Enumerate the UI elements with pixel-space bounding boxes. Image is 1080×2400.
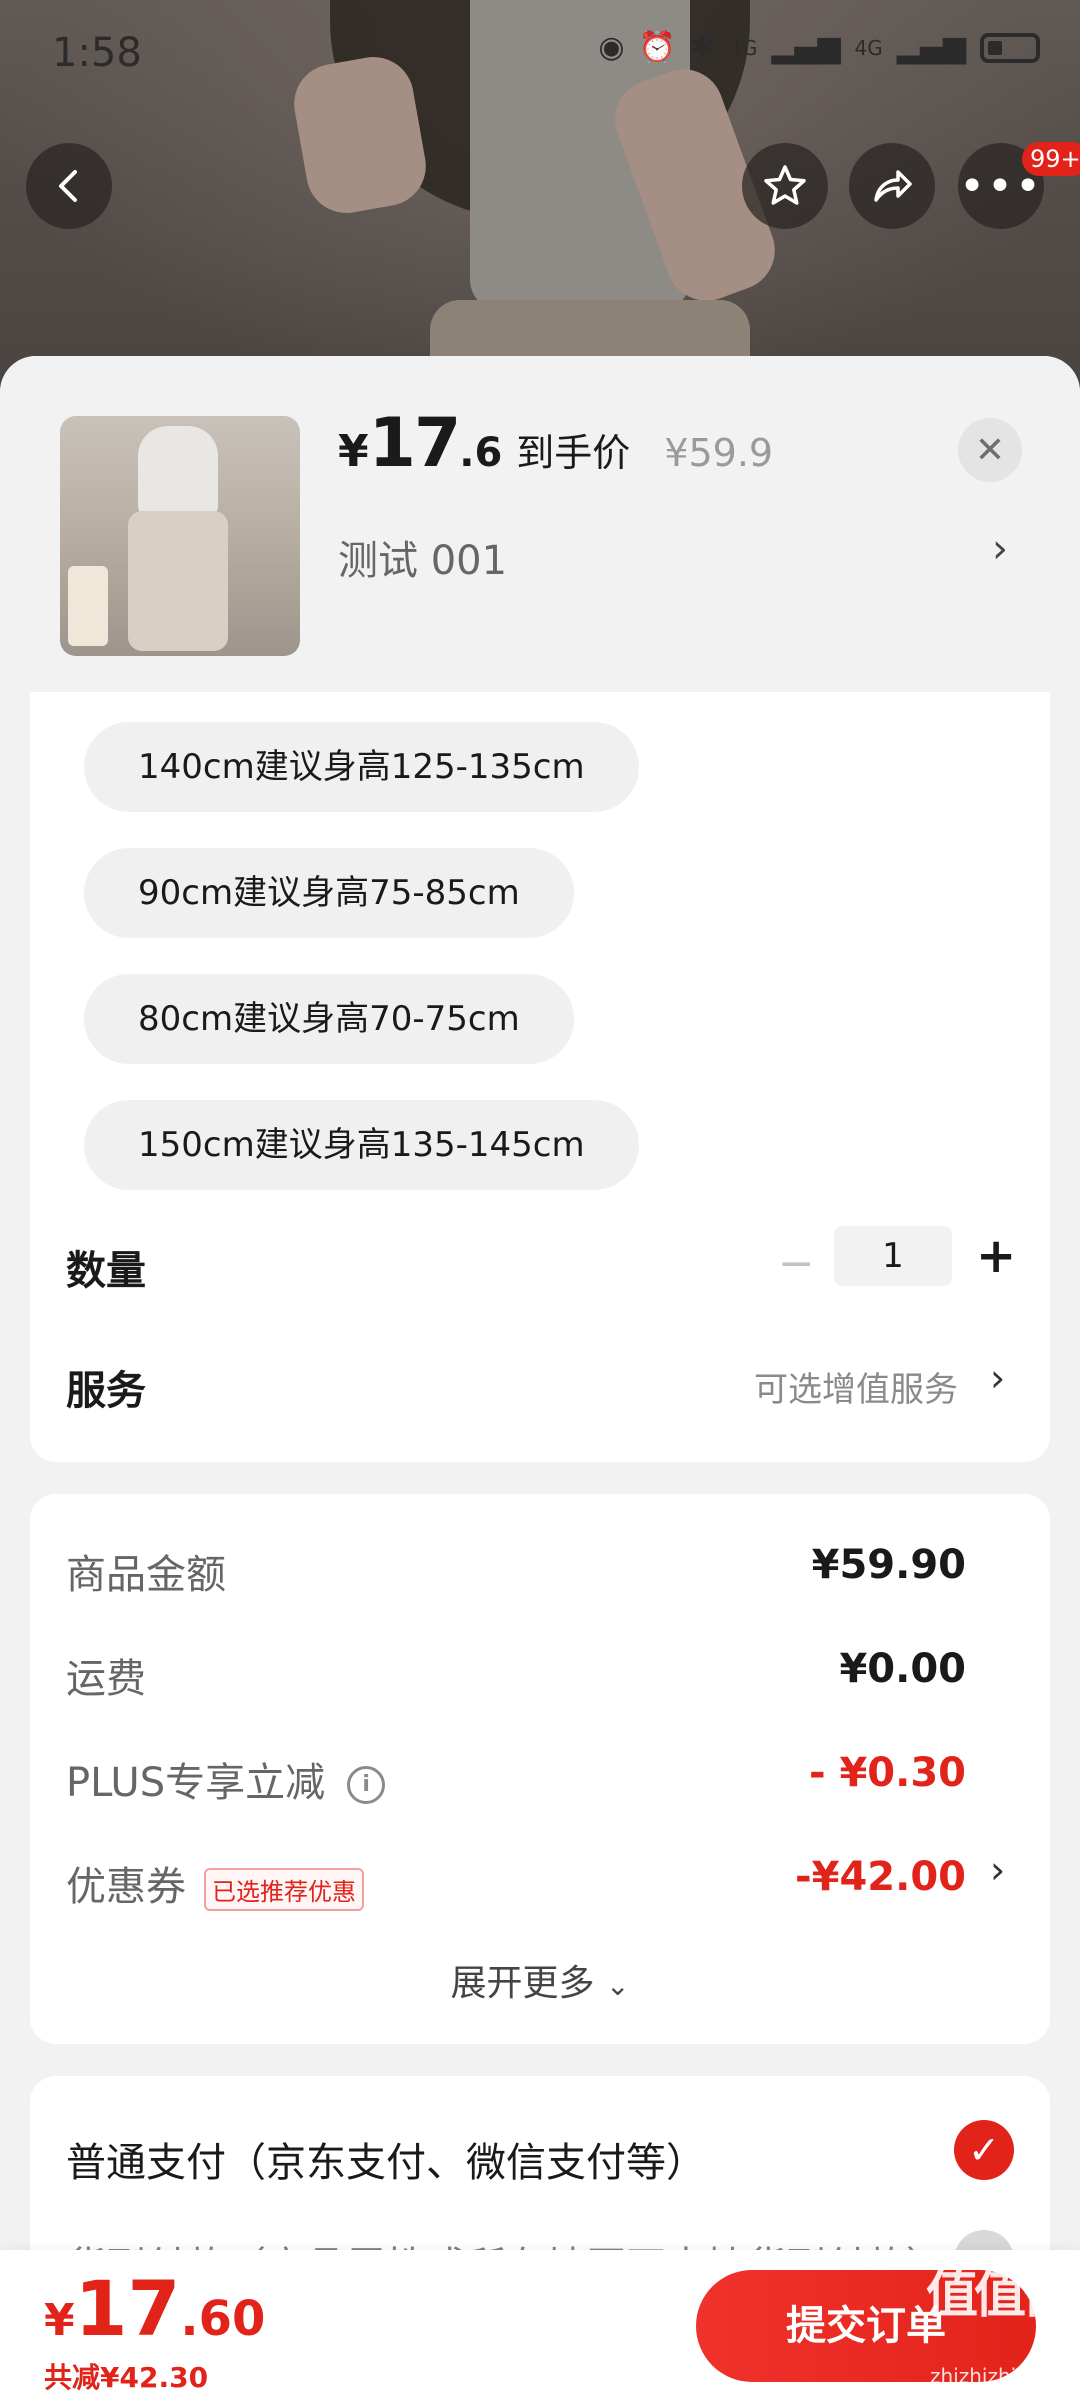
close-icon: ✕ [974, 429, 1006, 471]
coupon-label[interactable]: 优惠券 已选推荐优惠 [66, 1854, 364, 1912]
options-rows: 数量 − 1 + 服务 可选增值服务 › [30, 692, 1050, 1462]
thumb-top [138, 426, 218, 516]
quantity-plus-button[interactable]: + [976, 1228, 1016, 1284]
star-icon [764, 165, 806, 205]
chevron-down-icon: ⌄ [606, 1969, 630, 2002]
network-4g-label-2: 4G [854, 35, 883, 60]
shipping-label: 运费 [66, 1656, 146, 1702]
sheet-header: ¥ 17 .6 到手价 ¥59.9 ✕ 测试 001 › [0, 356, 1080, 692]
selected-spec[interactable]: 测试 001 [338, 528, 507, 586]
chevron-right-icon[interactable]: › [990, 1848, 1005, 1892]
original-price: ¥59.9 [664, 431, 774, 475]
plus-discount-text: PLUS专享立减 [66, 1760, 326, 1806]
chevron-right-icon[interactable]: › [990, 1356, 1005, 1400]
watermark-url: zhizhizhi.com [930, 2364, 1066, 2388]
thumb-pants [128, 511, 228, 651]
payment-option-normal[interactable]: 普通支付（京东支付、微信支付等） [66, 2130, 706, 2188]
share-icon [874, 170, 912, 202]
info-icon[interactable]: i [347, 1766, 386, 1804]
price-symbol: ¥ [338, 426, 369, 477]
thumb-lamp [68, 566, 108, 646]
price-decimal: .6 [459, 430, 503, 476]
amount-card: 商品金额 ¥59.90 运费 ¥0.00 PLUS专享立减 i - ¥0.30 优… [30, 1494, 1050, 2044]
service-label: 服务 [66, 1368, 146, 1414]
back-button[interactable] [26, 143, 112, 229]
goods-amount-label: 商品金额 [66, 1552, 226, 1598]
share-button[interactable] [849, 143, 935, 229]
total-decimal: .60 [180, 2291, 266, 2347]
plus-discount-label: PLUS专享立减 i [66, 1750, 386, 1808]
eye-icon: ◉ [598, 30, 625, 65]
price-tag: 到手价 [516, 431, 631, 475]
network-4g-label-1: 4G [729, 35, 758, 60]
quantity-minus-button[interactable]: − [778, 1238, 815, 1289]
product-thumbnail[interactable] [60, 416, 300, 656]
signal-icon-2: ▂▄▆ [896, 30, 966, 65]
expand-more-text: 展开更多 [450, 1963, 595, 2004]
goods-amount-value: ¥59.90 [811, 1542, 966, 1588]
total-saved: 共减¥42.30 [44, 2361, 209, 2394]
plus-discount-value: - ¥0.30 [808, 1750, 966, 1796]
service-hint[interactable]: 可选增值服务 [754, 1362, 958, 1411]
watermark-logo: 值值值 [926, 2265, 1074, 2325]
total-price: ¥ 17 .60 [44, 2264, 265, 2353]
price-integer: 17 [368, 404, 462, 483]
favorite-button[interactable] [742, 143, 828, 229]
battery-icon [980, 32, 1040, 63]
notification-badge: 99+ [1022, 142, 1080, 176]
coupon-text: 优惠券 [66, 1864, 186, 1910]
quantity-label: 数量 [66, 1248, 146, 1294]
chevron-left-icon [59, 170, 77, 202]
coupon-badge: 已选推荐优惠 [204, 1867, 364, 1911]
total-integer: 17 [74, 2264, 181, 2353]
checkout-bar: ¥ 17 .60 共减¥42.30 提交订单 [0, 2250, 1080, 2400]
quantity-input[interactable]: 1 [834, 1226, 952, 1286]
bluetooth-icon: ✱ [689, 30, 716, 65]
status-icons: ◉ ⏰ ✱ 4G ▂▄▆ 4G ▂▄▆ [598, 30, 1040, 65]
check-icon[interactable]: ✓ [954, 2120, 1014, 2180]
coupon-value[interactable]: -¥42.00 [795, 1854, 966, 1900]
close-button[interactable]: ✕ [958, 418, 1022, 482]
alarm-icon: ⏰ [638, 30, 676, 65]
price-line: ¥ 17 .6 到手价 ¥59.9 [338, 404, 773, 483]
shipping-value: ¥0.00 [839, 1646, 966, 1692]
status-time: 1:58 [52, 30, 142, 76]
total-symbol: ¥ [44, 2295, 75, 2346]
signal-icon: ▂▄▆ [771, 30, 841, 65]
expand-more-button[interactable]: 展开更多 ⌄ [30, 1954, 1050, 2006]
purchase-sheet: ¥ 17 .6 到手价 ¥59.9 ✕ 测试 001 › 140cm建议身高12… [0, 356, 1080, 2400]
chevron-right-icon[interactable]: › [992, 526, 1008, 572]
status-bar: 1:58 ◉ ⏰ ✱ 4G ▂▄▆ 4G ▂▄▆ [0, 0, 1080, 110]
